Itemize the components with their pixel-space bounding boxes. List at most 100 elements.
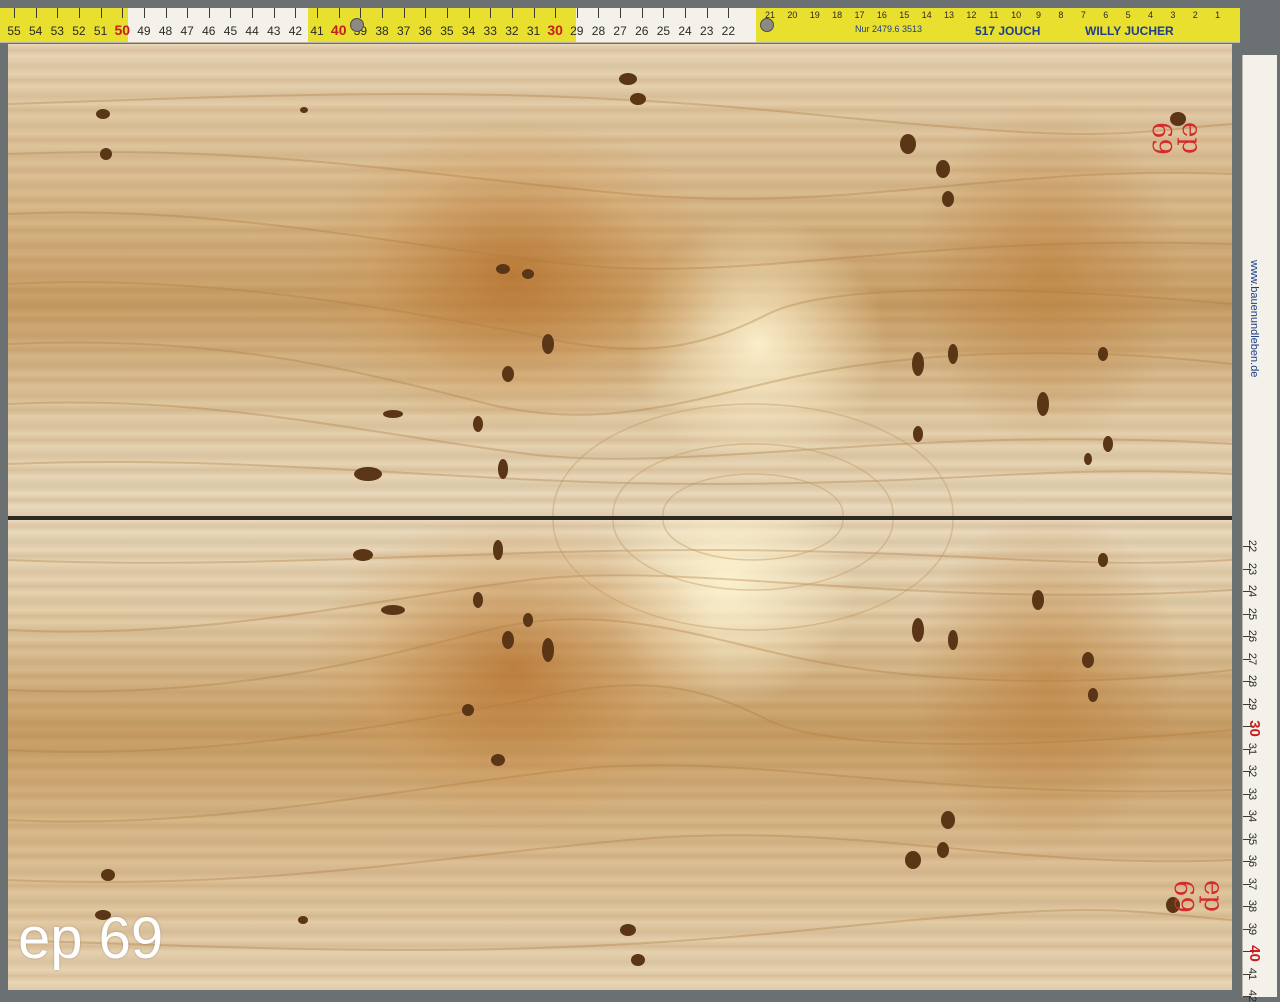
ruler-number: 12	[966, 10, 977, 20]
ruler-right-tick	[1243, 636, 1251, 637]
ruler-right-tick	[1243, 681, 1251, 682]
ruler-number: 1	[1215, 10, 1221, 20]
ruler-number: 19	[809, 10, 820, 20]
ruler-right-tick	[1243, 613, 1251, 615]
top-board-grain	[8, 73, 1232, 518]
ruler-tick	[273, 8, 275, 18]
ruler-tick	[403, 8, 405, 18]
ruler-number: 41	[310, 24, 324, 38]
ruler-tick	[187, 8, 189, 18]
ruler-number: 49	[137, 24, 151, 38]
ruler-rivet	[350, 18, 364, 32]
ruler-tick	[122, 8, 124, 18]
ruler-number: 55	[7, 24, 21, 38]
ruler-right-tick	[1243, 951, 1251, 952]
ruler-number: 9	[1036, 10, 1042, 20]
ruler-tick	[230, 8, 232, 18]
ruler-number: 18	[832, 10, 843, 20]
ruler-tick	[728, 8, 730, 18]
ruler-tick	[641, 8, 643, 18]
ruler-number: 26	[635, 24, 649, 38]
top-board: ep 69	[8, 44, 1232, 518]
ruler-number: 53	[50, 24, 64, 38]
ruler-tick	[576, 8, 578, 18]
ruler-number: 46	[202, 24, 216, 38]
ruler-number: 36	[418, 24, 432, 38]
ruler-number: 10	[1011, 10, 1022, 20]
ruler-number: 15	[899, 10, 910, 20]
board-marking-bottom: ep 69	[1168, 880, 1228, 914]
ruler-number: 20	[787, 10, 798, 20]
ruler-right-tick	[1243, 591, 1251, 592]
ruler-tick	[706, 8, 708, 18]
ruler-number: 40	[330, 22, 347, 38]
ruler-number: 11	[989, 10, 999, 20]
ruler-number: 30	[547, 22, 563, 38]
ruler-number: 37	[396, 24, 411, 38]
ruler-tick	[14, 8, 15, 18]
ruler-tick	[317, 8, 319, 18]
ruler-number: 54	[28, 24, 43, 38]
ruler-right-tick	[1243, 546, 1251, 547]
ruler-right-tick	[1243, 748, 1251, 750]
ruler-tick	[338, 8, 340, 18]
ruler-number: 6	[1103, 10, 1109, 20]
ruler-number: 17	[854, 10, 865, 20]
ruler-number: 50	[114, 22, 131, 38]
ruler-right-tick	[1243, 771, 1251, 772]
ruler-number: 43	[267, 24, 281, 38]
ruler-number: 27	[613, 24, 627, 38]
ruler-number: 24	[678, 24, 692, 38]
ruler-tick	[490, 8, 492, 18]
ruler-model-name: 517 JOUCH	[975, 24, 1041, 38]
ruler-number: 38	[375, 24, 389, 38]
ruler-number: 23	[700, 24, 714, 38]
ruler-fine-print-text: Nur 2479.6 3513	[855, 24, 923, 34]
ruler-right-tick	[1243, 883, 1251, 885]
ruler-number: 33	[483, 24, 497, 38]
board-marking-top: ep 69	[1146, 122, 1206, 156]
ruler-right-tick	[1243, 703, 1251, 705]
ruler-number: 42	[288, 24, 303, 38]
ruler-number: 35	[440, 24, 454, 38]
ruler-tick	[57, 8, 59, 18]
ruler-number: 14	[921, 10, 932, 20]
ruler-tick	[100, 8, 102, 18]
ruler-number: 52	[72, 24, 86, 38]
ruler-right-number: 40	[1245, 945, 1263, 962]
ruler-tick	[35, 8, 37, 18]
ruler-segment	[128, 8, 308, 42]
ruler-number: 28	[591, 24, 606, 38]
ruler-tick	[685, 8, 687, 18]
ruler-number: 22	[721, 24, 736, 38]
ruler-tick	[598, 8, 600, 18]
ruler-number: 3	[1170, 10, 1176, 20]
ruler-brand-name: WILLY JUCHER	[1085, 24, 1174, 38]
ruler-tick	[533, 8, 535, 18]
right-ruler: www.bauenundleben.de 22 23 24 25 26 27 28 29 30 3…	[1242, 55, 1277, 1002]
ruler-tick	[468, 8, 470, 18]
ruler-number: 25	[656, 24, 671, 38]
ruler-tick	[252, 8, 254, 18]
ruler-brand: WILLY JUCHER	[1085, 24, 1174, 40]
photo-label: ep 69	[18, 906, 164, 971]
ruler-right-tick	[1243, 928, 1251, 930]
bottom-board-grain	[8, 520, 1232, 966]
ruler-tick	[555, 8, 557, 18]
ruler-number: 34	[461, 24, 476, 38]
ruler-number: 31	[526, 24, 541, 38]
ruler-tick	[78, 8, 80, 18]
ruler-number: 8	[1058, 10, 1064, 20]
top-ruler: WILLY JUCHER 517 JOUCH Nur 2479.6 3513 5…	[0, 8, 1240, 43]
ruler-right-tick	[1243, 816, 1251, 817]
ruler-tick	[382, 8, 383, 18]
ruler-tick	[511, 8, 513, 18]
ruler-number: 51	[93, 24, 108, 38]
ruler-url: www.bauenundleben.de	[1248, 260, 1260, 378]
ruler-number: 13	[944, 10, 955, 20]
ruler-tick	[143, 8, 145, 18]
ruler-tick	[360, 8, 362, 18]
ruler-right-tick	[1243, 838, 1251, 840]
ruler-number: 44	[245, 24, 259, 38]
ruler-number: 47	[180, 24, 194, 38]
